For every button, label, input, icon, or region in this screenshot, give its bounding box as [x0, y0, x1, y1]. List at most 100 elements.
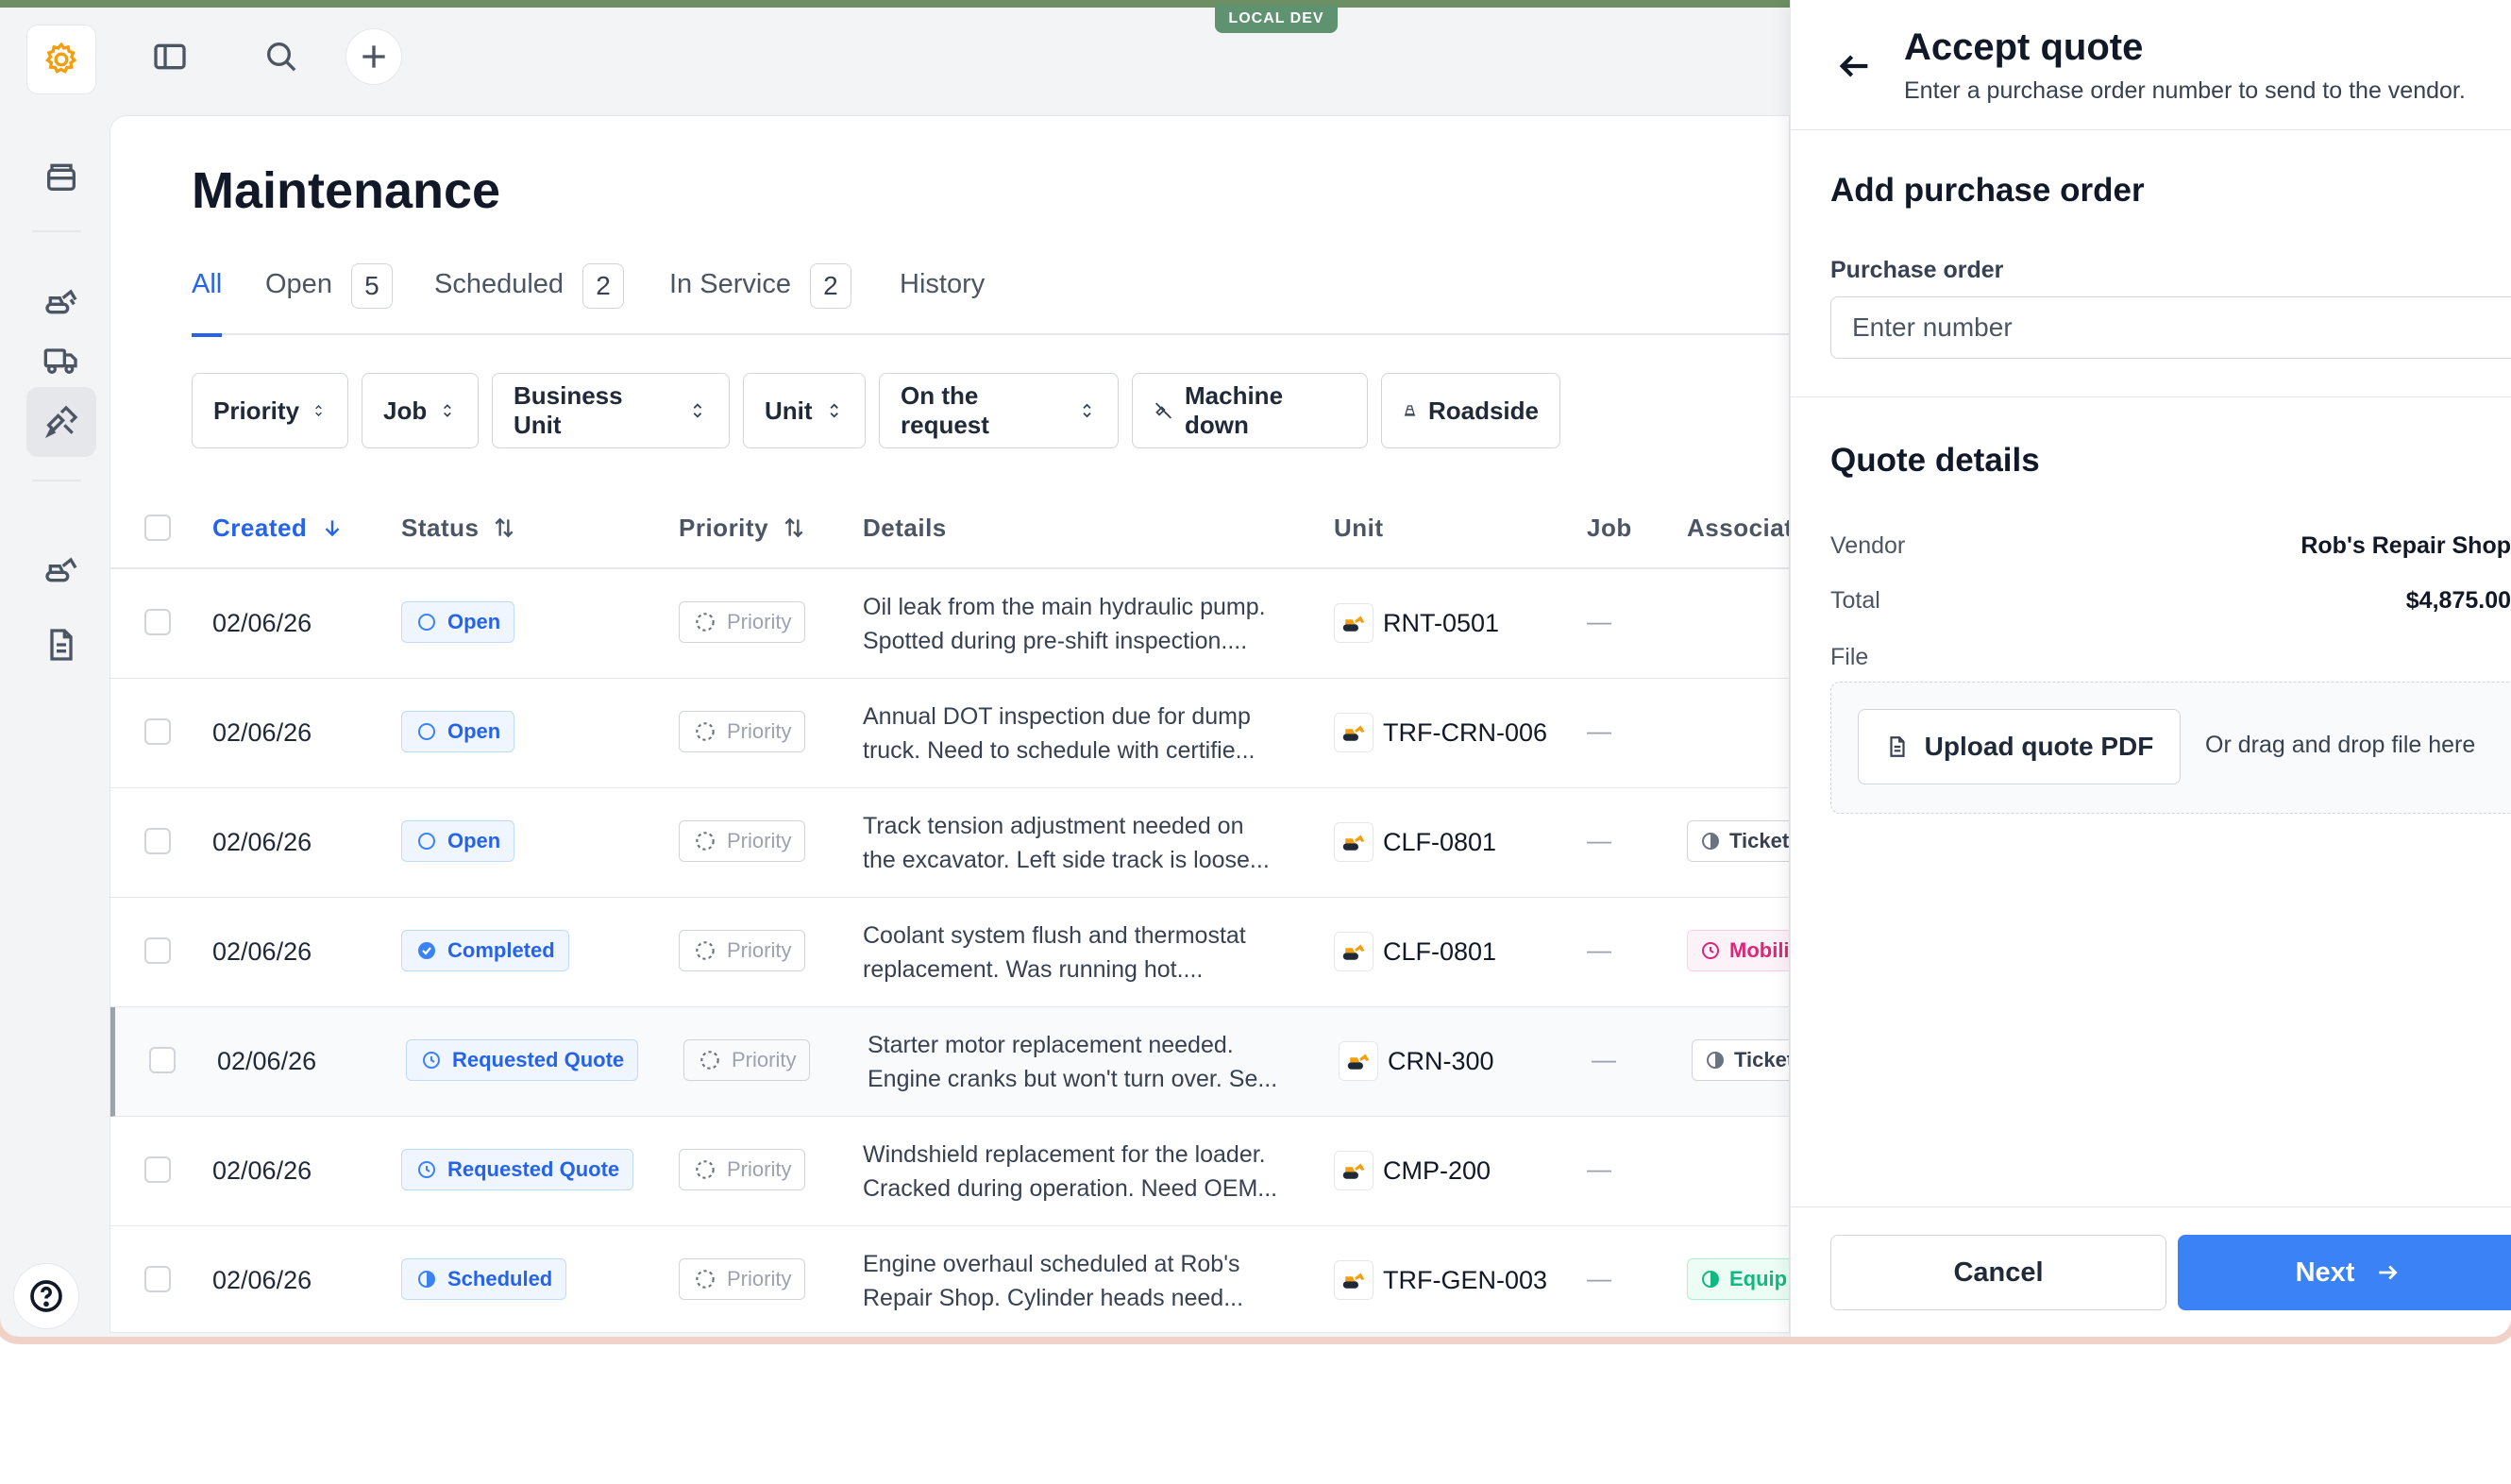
add-button[interactable] [345, 28, 402, 85]
tab-history[interactable]: History [900, 260, 985, 335]
file-dropzone[interactable]: Upload quote PDF Or drag and drop file h… [1830, 682, 2511, 814]
tab-label: History [900, 269, 986, 299]
column-priority[interactable]: Priority [679, 486, 806, 569]
priority-badge[interactable]: Priority [679, 1149, 806, 1190]
row-checkbox[interactable] [144, 718, 171, 745]
cancel-button[interactable]: Cancel [1830, 1235, 2166, 1310]
column-job: Job [1587, 486, 1632, 569]
unit-cell[interactable]: TRF-GEN-003 [1334, 1260, 1547, 1300]
row-checkbox[interactable] [144, 937, 171, 964]
status-badge: Open [401, 711, 515, 752]
table-header: Created Status Priority Details Unit Job… [110, 486, 1789, 569]
document-icon [50, 629, 73, 661]
sidebar-toggle-button[interactable] [142, 28, 198, 85]
row-checkbox[interactable] [144, 1266, 171, 1292]
unit-cell[interactable]: CMP-200 [1334, 1151, 1491, 1190]
details-text: Coolant system flush and thermostat repla… [863, 919, 1297, 987]
details-text: Oil leak from the main hydraulic pump. Sp… [863, 590, 1297, 658]
row-checkbox[interactable] [144, 828, 171, 854]
associated-badge[interactable]: Ticket [1692, 1039, 1790, 1081]
back-button[interactable] [1828, 40, 1881, 93]
filter-unit[interactable]: Unit [743, 373, 866, 448]
tab-open[interactable]: Open 5 [265, 260, 393, 335]
select-all-checkbox[interactable] [144, 514, 171, 541]
filter-roadside[interactable]: Roadside [1381, 373, 1560, 448]
unit-cell[interactable]: CRN-300 [1339, 1041, 1494, 1081]
filter-on-the-request[interactable]: On the request [879, 373, 1119, 448]
details-line: Oil leak from the main hydraulic pump. [863, 594, 1266, 620]
rail-inventory[interactable] [26, 142, 96, 211]
priority-badge[interactable]: Priority [679, 711, 806, 752]
tab-scheduled[interactable]: Scheduled 2 [434, 260, 625, 335]
rail-maintenance[interactable] [26, 387, 96, 457]
equipment-icon [1702, 1271, 1719, 1288]
env-bar [0, 0, 1794, 8]
search-button[interactable] [253, 28, 310, 85]
associated-badge[interactable]: Ticket [1687, 820, 1789, 862]
chevron-updown-icon [315, 405, 322, 416]
priority-badge[interactable]: Priority [679, 820, 806, 862]
associated-badge[interactable]: Equip [1687, 1258, 1789, 1300]
unit-cell[interactable]: RNT-0501 [1334, 603, 1499, 643]
table-row[interactable]: 02/06/26 Open Priority Track tension adj… [110, 788, 1789, 898]
created-date: 02/06/26 [212, 609, 312, 637]
tab-all[interactable]: All [192, 260, 223, 337]
priority-badge[interactable]: Priority [679, 601, 806, 643]
associated-badge[interactable]: Mobili [1687, 930, 1789, 971]
associated-label: Ticket [1734, 1048, 1790, 1071]
unit-cell[interactable]: TRF-CRN-006 [1334, 713, 1547, 752]
table-row[interactable]: 02/06/26 Requested Quote Priority Windsh… [110, 1117, 1789, 1226]
drawer-header: Accept quote Enter a purchase order numb… [1791, 0, 2511, 130]
drawer-title: Accept quote [1904, 26, 2144, 68]
column-status[interactable]: Status [401, 486, 516, 569]
table-row[interactable]: 02/06/26 Requested Quote Priority Starte… [110, 1007, 1790, 1117]
tab-in-service[interactable]: In Service 2 [669, 260, 851, 335]
filter-machine-down[interactable]: Machine down [1132, 373, 1368, 448]
priority-badge[interactable]: Priority [683, 1039, 811, 1081]
rail-rentals[interactable] [26, 534, 96, 604]
column-label: Created [212, 513, 308, 542]
filter-label: On the request [901, 381, 989, 439]
tabs: All Open 5 Scheduled 2 In Service 2 History [192, 260, 1789, 337]
po-section-title: Add purchase order [1830, 172, 2145, 209]
filter-priority[interactable]: Priority [192, 373, 348, 448]
filter-business-unit[interactable]: Business Unit [492, 373, 730, 448]
dashed-circle-icon [696, 1160, 715, 1179]
row-checkbox[interactable] [144, 609, 171, 635]
table-row[interactable]: 02/06/26 Completed Priority Coolant syst… [110, 898, 1789, 1007]
details-line: Engine cranks but won't turn over. Se... [868, 1066, 1278, 1092]
table-row[interactable]: 02/06/26 Open Priority Annual DOT inspec… [110, 679, 1789, 788]
filter-job[interactable]: Job [362, 373, 479, 448]
app-logo[interactable] [26, 25, 96, 94]
traffic-cone-icon [1404, 405, 1416, 416]
column-label: Status [401, 513, 480, 542]
rail-trucks[interactable] [26, 325, 96, 395]
details-line: Spotted during pre-shift inspection.... [863, 628, 1248, 654]
row-checkbox[interactable] [144, 1156, 171, 1183]
priority-badge[interactable]: Priority [679, 930, 806, 971]
rail-documents[interactable] [26, 610, 96, 680]
search-icon [267, 42, 296, 72]
help-button[interactable] [13, 1263, 79, 1329]
chevron-updown-icon [444, 404, 451, 417]
status-badge: Open [401, 601, 515, 643]
status-badge: Scheduled [401, 1258, 567, 1300]
unit-cell[interactable]: CLF-0801 [1334, 932, 1496, 971]
unit-cell[interactable]: CLF-0801 [1334, 822, 1496, 862]
priority-badge[interactable]: Priority [679, 1258, 806, 1300]
wrench-tools-icon [44, 405, 78, 439]
created-date: 02/06/26 [212, 937, 312, 966]
filter-label: Business Unit [514, 381, 623, 439]
column-created[interactable]: Created [212, 486, 345, 569]
purchase-order-input[interactable] [1830, 296, 2511, 359]
drawer-divider [1791, 396, 2511, 397]
upload-quote-button[interactable]: Upload quote PDF [1858, 709, 2181, 784]
drop-hint: Or drag and drop file here [2205, 732, 2476, 758]
row-checkbox[interactable] [149, 1047, 176, 1073]
filter-label: Machine down [1185, 381, 1284, 439]
created-date: 02/06/26 [217, 1047, 317, 1075]
table-row[interactable]: 02/06/26 Scheduled Priority Engine overh… [110, 1226, 1789, 1332]
table-row[interactable]: 02/06/26 Open Priority Oil leak from the… [110, 569, 1789, 679]
next-button[interactable]: Next [2178, 1235, 2511, 1310]
check-circle-icon [418, 942, 435, 959]
